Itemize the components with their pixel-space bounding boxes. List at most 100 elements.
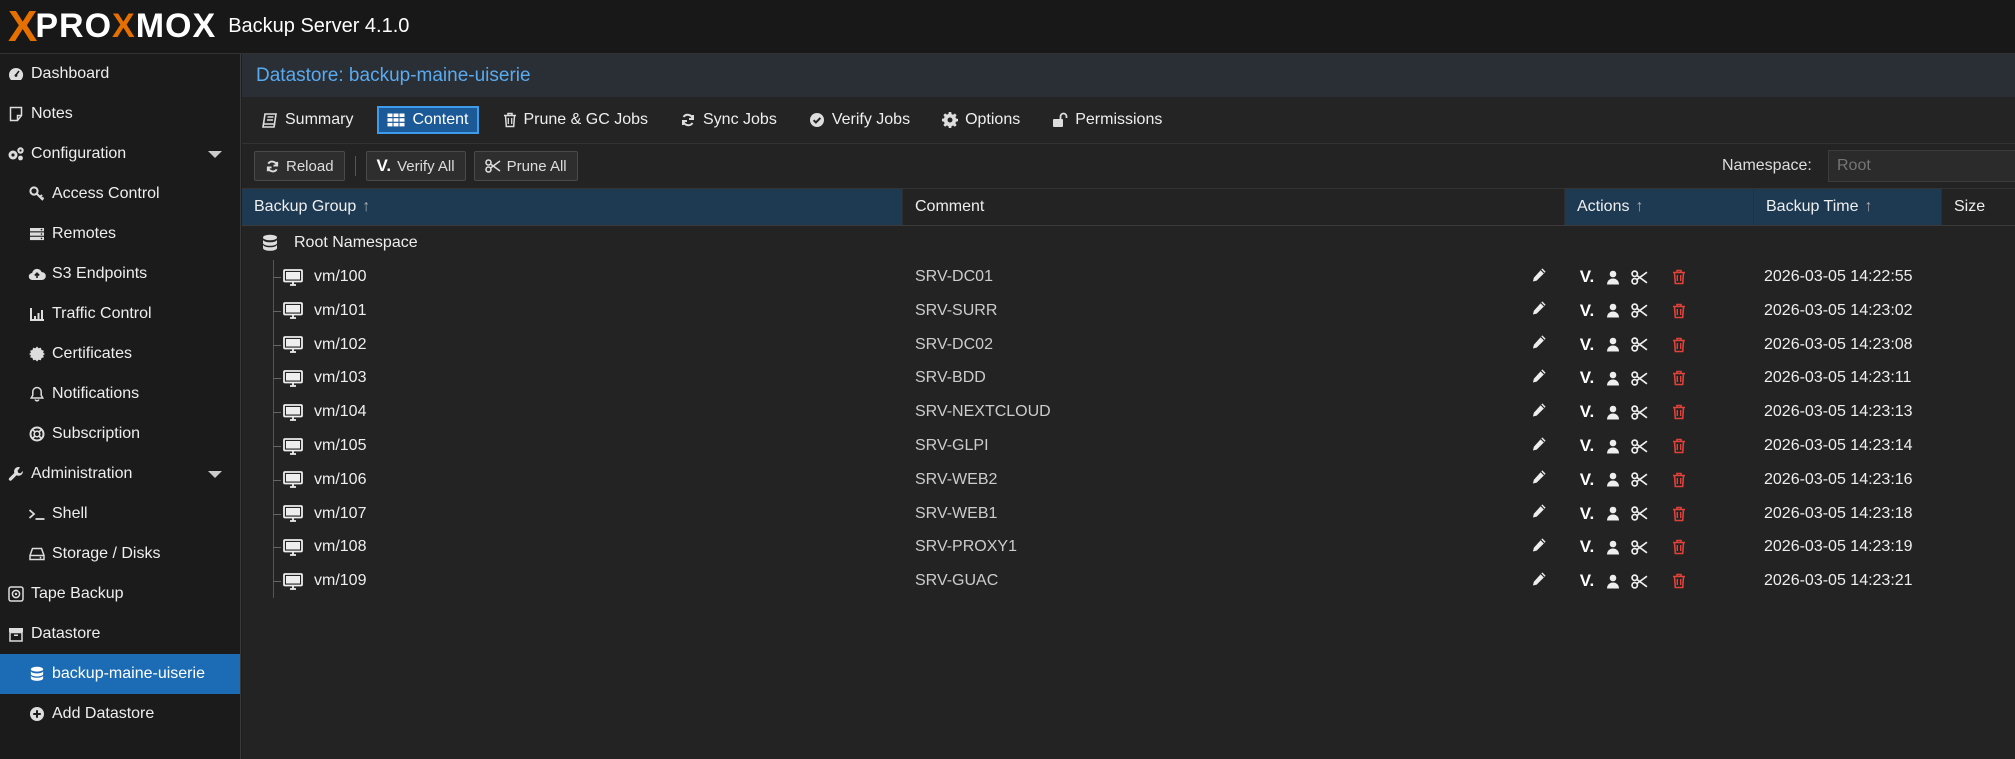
- trash-icon[interactable]: [1666, 472, 1692, 488]
- scissors-icon[interactable]: [1626, 573, 1652, 589]
- user-icon[interactable]: [1600, 472, 1626, 487]
- table-row[interactable]: vm/109 SRV-GUAC V. 2026-03-05 14:23:21: [242, 564, 2015, 598]
- user-icon[interactable]: [1600, 540, 1626, 555]
- user-icon[interactable]: [1600, 270, 1626, 285]
- user-icon[interactable]: [1600, 574, 1626, 589]
- user-icon[interactable]: [1600, 371, 1626, 386]
- scissors-icon[interactable]: [1626, 472, 1652, 488]
- proxmox-logo[interactable]: X PROXMOX: [8, 4, 216, 49]
- pencil-icon[interactable]: [1532, 358, 1547, 392]
- scissors-icon[interactable]: [1626, 506, 1652, 521]
- sidebar-item-access-control[interactable]: Access Control: [0, 174, 240, 214]
- scissors-icon[interactable]: [1626, 337, 1652, 352]
- sidebar-item-storage-disks[interactable]: Storage / Disks: [0, 534, 240, 574]
- tab-prune-gc-jobs[interactable]: Prune & GC Jobs: [495, 106, 657, 134]
- trash-icon[interactable]: [1666, 337, 1692, 353]
- verify-icon[interactable]: V.: [1574, 301, 1600, 321]
- hdd-icon: [27, 547, 47, 561]
- tab-options[interactable]: Options: [934, 106, 1028, 134]
- pencil-icon[interactable]: [1532, 392, 1547, 426]
- verify-icon[interactable]: V.: [1574, 470, 1600, 490]
- sidebar-item-s3-endpoints[interactable]: S3 Endpoints: [0, 254, 240, 294]
- pencil-icon[interactable]: [1532, 291, 1547, 325]
- pencil-icon[interactable]: [1532, 494, 1547, 528]
- user-icon[interactable]: [1600, 337, 1626, 352]
- table-row[interactable]: vm/101 SRV-SURR V. 2026-03-05 14:23:02: [242, 294, 2015, 328]
- table-row[interactable]: vm/105 SRV-GLPI V. 2026-03-05 14:23:14: [242, 429, 2015, 463]
- tab-sync-jobs[interactable]: Sync Jobs: [672, 106, 785, 134]
- sidebar-item-notifications[interactable]: Notifications: [0, 374, 240, 414]
- namespace-input[interactable]: [1828, 150, 2015, 182]
- scissors-icon[interactable]: [1626, 540, 1652, 555]
- user-icon[interactable]: [1600, 303, 1626, 318]
- sidebar-item-dashboard[interactable]: Dashboard: [0, 54, 240, 94]
- verify-icon[interactable]: V.: [1574, 436, 1600, 456]
- user-icon[interactable]: [1600, 405, 1626, 420]
- sidebar-item-subscription[interactable]: Subscription: [0, 414, 240, 454]
- trash-icon[interactable]: [1666, 303, 1692, 319]
- table-row[interactable]: vm/103 SRV-BDD V. 2026-03-05 14:23:11: [242, 361, 2015, 395]
- scissors-icon[interactable]: [1626, 303, 1652, 319]
- reload-button[interactable]: Reload: [254, 151, 345, 181]
- scissors-icon[interactable]: [1626, 438, 1652, 454]
- column-header-comment[interactable]: Comment: [903, 189, 1565, 225]
- table-row[interactable]: vm/107 SRV-WEB1 V. 2026-03-05 14:23:18: [242, 497, 2015, 531]
- sidebar-item-tape-backup[interactable]: Tape Backup: [0, 574, 240, 614]
- trash-icon[interactable]: [1666, 506, 1692, 522]
- user-icon[interactable]: [1600, 506, 1626, 521]
- table-row[interactable]: vm/104 SRV-NEXTCLOUD V. 2026-03-05 14:23:13: [242, 395, 2015, 429]
- caret-down-icon[interactable]: [208, 471, 222, 478]
- sidebar-item-notes[interactable]: Notes: [0, 94, 240, 134]
- trash-icon[interactable]: [1666, 269, 1692, 285]
- scissors-icon[interactable]: [1626, 269, 1652, 285]
- trash-icon[interactable]: [1666, 404, 1692, 420]
- pencil-icon[interactable]: [1532, 325, 1547, 359]
- tab-summary[interactable]: Summary: [254, 106, 361, 134]
- pencil-icon[interactable]: [1532, 460, 1547, 494]
- sidebar-item-configuration[interactable]: Configuration: [0, 134, 240, 174]
- verify-icon[interactable]: V.: [1574, 537, 1600, 557]
- table-row[interactable]: vm/106 SRV-WEB2 V. 2026-03-05 14:23:16: [242, 463, 2015, 497]
- trash-icon[interactable]: [1666, 539, 1692, 555]
- tab-permissions[interactable]: Permissions: [1044, 106, 1170, 134]
- trash-icon[interactable]: [1666, 438, 1692, 454]
- tab-verify-jobs[interactable]: Verify Jobs: [801, 106, 918, 134]
- column-header-actions[interactable]: Actions ↑: [1565, 189, 1754, 225]
- trash-icon[interactable]: [1666, 370, 1692, 386]
- pencil-icon[interactable]: [1532, 527, 1547, 561]
- sidebar-item-certificates[interactable]: Certificates: [0, 334, 240, 374]
- verify-icon[interactable]: V.: [1574, 571, 1600, 591]
- sidebar-item-administration[interactable]: Administration: [0, 454, 240, 494]
- scissors-icon[interactable]: [1626, 371, 1652, 386]
- verify-icon[interactable]: V.: [1574, 267, 1600, 287]
- tab-content[interactable]: Content: [377, 106, 479, 134]
- sidebar-item-shell[interactable]: Shell: [0, 494, 240, 534]
- tree-branch: [273, 513, 281, 515]
- scissors-icon[interactable]: [1626, 404, 1652, 420]
- sidebar-item-remotes[interactable]: Remotes: [0, 214, 240, 254]
- table-row[interactable]: vm/102 SRV-DC02 V. 2026-03-05 14:23:08: [242, 328, 2015, 362]
- sidebar-item-traffic-control[interactable]: Traffic Control: [0, 294, 240, 334]
- verify-icon[interactable]: V.: [1574, 335, 1600, 355]
- sidebar-item-backup-maine-uiserie[interactable]: backup-maine-uiserie: [0, 654, 240, 694]
- caret-down-icon[interactable]: [208, 151, 222, 158]
- column-header-backup-time[interactable]: Backup Time ↑: [1754, 189, 1942, 225]
- pencil-icon[interactable]: [1532, 561, 1547, 595]
- top-bar: X PROXMOX Backup Server 4.1.0: [0, 0, 2015, 54]
- column-header-backup-group[interactable]: Backup Group ↑: [242, 189, 903, 225]
- pencil-icon[interactable]: [1532, 426, 1547, 460]
- prune-all-button[interactable]: Prune All: [473, 151, 578, 181]
- verify-icon[interactable]: V.: [1574, 368, 1600, 388]
- sidebar-item-datastore[interactable]: Datastore: [0, 614, 240, 654]
- table-row[interactable]: vm/108 SRV-PROXY1 V. 2026-03-05 14:23:19: [242, 530, 2015, 564]
- sidebar-item-add-datastore[interactable]: Add Datastore: [0, 694, 240, 734]
- pencil-icon[interactable]: [1532, 257, 1547, 291]
- user-icon[interactable]: [1600, 439, 1626, 454]
- verify-icon[interactable]: V.: [1574, 504, 1600, 524]
- table-row[interactable]: vm/100 SRV-DC01 V. 2026-03-05 14:22:55: [242, 260, 2015, 294]
- trash-icon[interactable]: [1666, 573, 1692, 589]
- column-header-size[interactable]: Size: [1942, 189, 2015, 225]
- root-namespace-row[interactable]: Root Namespace: [242, 226, 2015, 260]
- verify-all-button[interactable]: V. Verify All: [365, 151, 466, 181]
- verify-icon[interactable]: V.: [1574, 402, 1600, 422]
